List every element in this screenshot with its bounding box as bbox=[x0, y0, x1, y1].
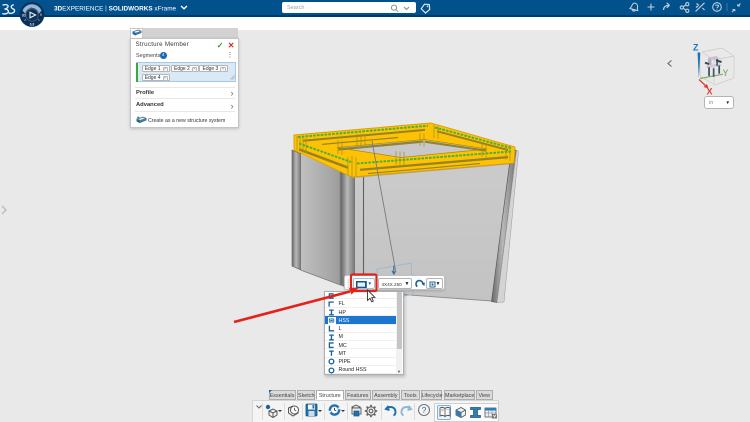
svg-text:X: X bbox=[707, 87, 713, 97]
svg-text:Z: Z bbox=[693, 43, 699, 53]
svg-text:Y: Y bbox=[723, 68, 729, 78]
svg-text:?: ? bbox=[422, 405, 427, 415]
